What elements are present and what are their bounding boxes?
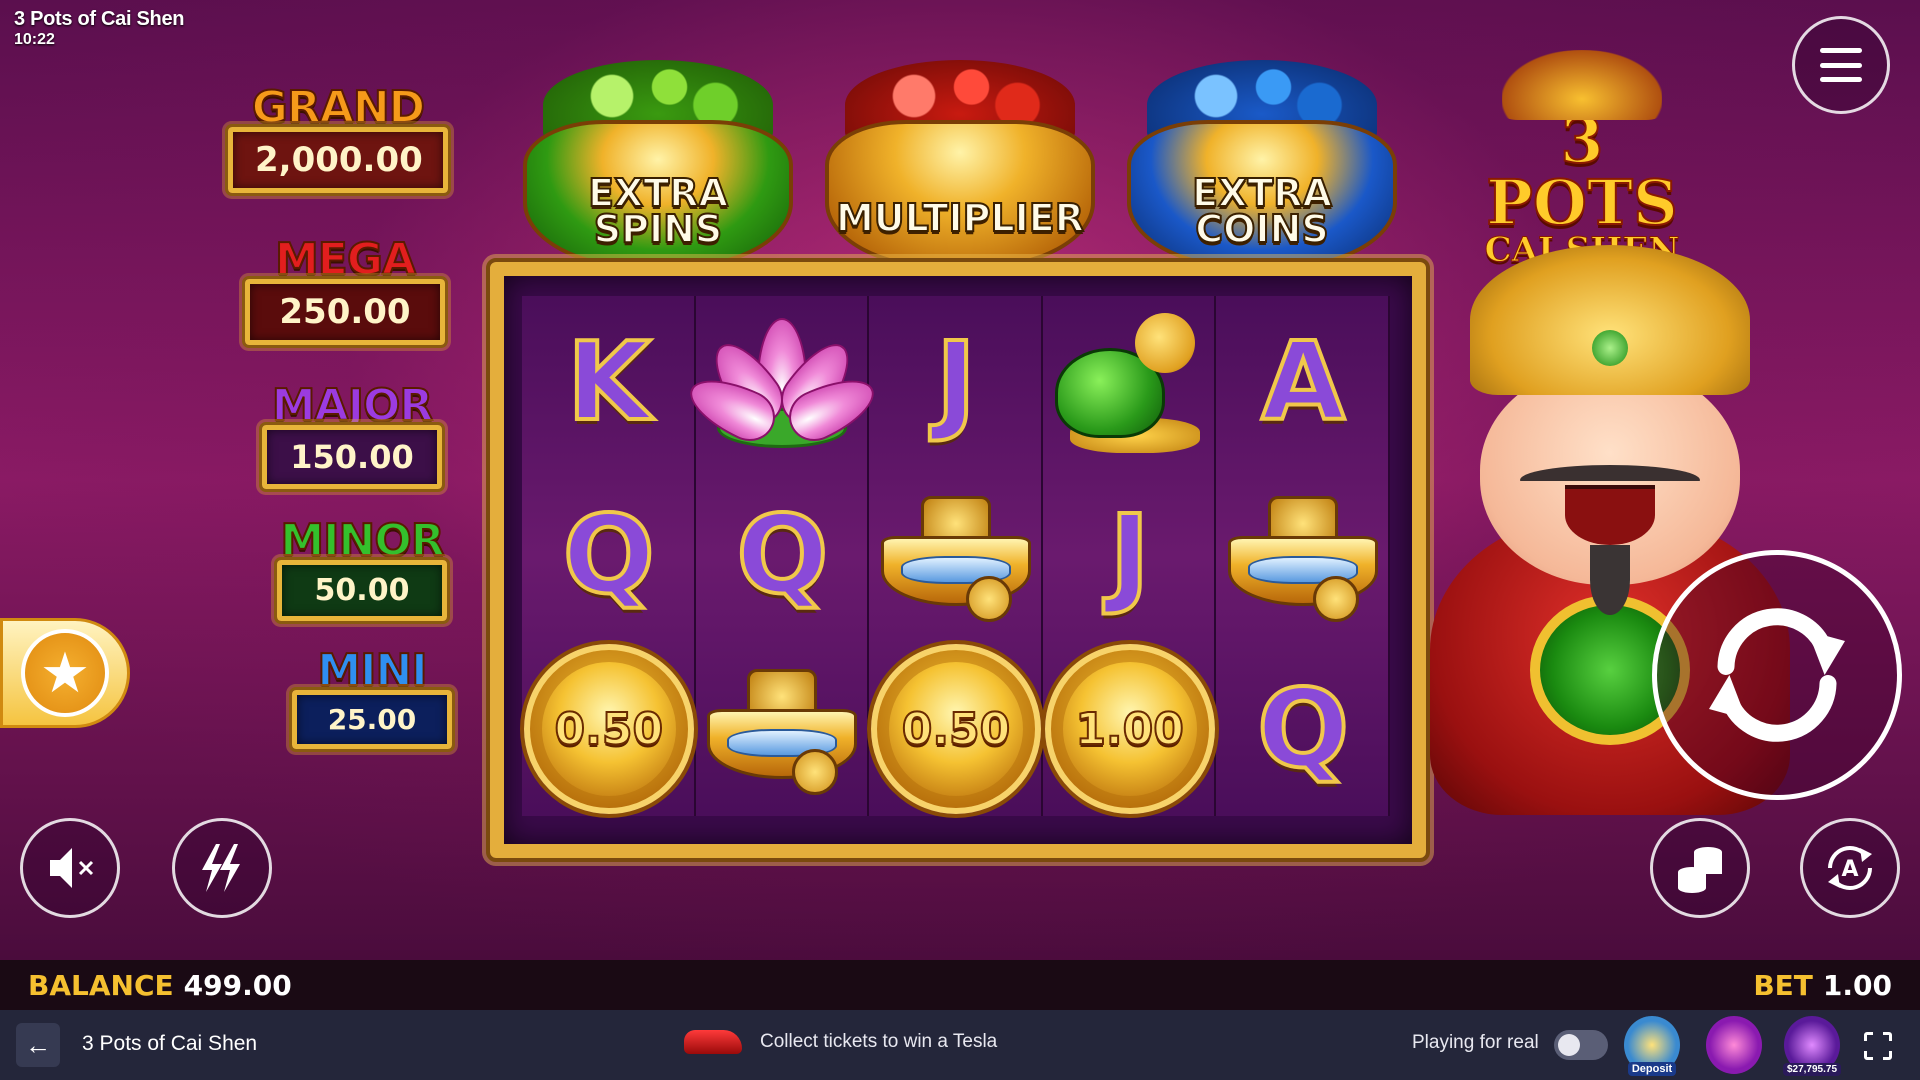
fullscreen-icon[interactable] xyxy=(1863,1031,1893,1061)
reel-symbol: J xyxy=(934,318,978,447)
game-logo: 3 POTS CAI SHEN xyxy=(1462,50,1702,271)
pot-label: EXTRA COINS xyxy=(1191,171,1333,251)
game-stage: 3 Pots of Cai Shen 10:22 GRAND 2,000.00 … xyxy=(0,0,1920,960)
star-icon: ★ xyxy=(21,629,109,717)
bet-label: BET xyxy=(1753,968,1813,1002)
bonus-badge[interactable]: Deposit xyxy=(1624,1016,1680,1076)
lightning-icon xyxy=(202,844,240,892)
reel-symbol: Q xyxy=(561,491,657,620)
pot-multiplier: MULTIPLIER xyxy=(815,60,1105,270)
status-bar: BALANCE 499.00 BET 1.00 xyxy=(0,960,1920,1010)
hamburger-icon xyxy=(1820,48,1862,82)
real-money-toggle[interactable] xyxy=(1554,1030,1608,1060)
logo-line1: 3 POTS xyxy=(1485,104,1679,239)
mute-icon xyxy=(50,848,94,888)
pot-extra-coins: EXTRA COINS xyxy=(1117,60,1407,270)
coin-symbol: 0.50 xyxy=(870,644,1041,815)
arrow-left-icon: ← xyxy=(25,1029,51,1060)
menu-button[interactable] xyxy=(1792,16,1890,114)
autoplay-button[interactable]: A xyxy=(1800,818,1900,918)
coin-symbol: 0.50 xyxy=(523,644,694,815)
jackpot-label: MINI xyxy=(316,644,428,697)
turtle-icon xyxy=(1050,308,1210,458)
promo-banner[interactable]: Collect tickets to win a Tesla xyxy=(684,1030,997,1054)
reel-symbol xyxy=(681,296,884,469)
bet-value: 1.00 xyxy=(1822,968,1892,1002)
reel-symbol xyxy=(696,643,870,816)
reel-symbol xyxy=(869,469,1043,642)
balance-value: 499.00 xyxy=(183,968,292,1002)
jackpot-value: 250.00 xyxy=(242,276,448,348)
ingot-icon xyxy=(876,486,1036,626)
reel-symbol: J xyxy=(1107,491,1151,620)
jackpot-mega: MEGA 250.00 xyxy=(242,233,448,348)
svg-text:A: A xyxy=(1841,857,1858,882)
spin-button[interactable] xyxy=(1652,550,1902,800)
jackpot-grand: GRAND 2,000.00 xyxy=(225,81,451,196)
pot-label: MULTIPLIER xyxy=(835,196,1085,240)
bet: BET 1.00 xyxy=(1753,969,1892,1002)
bottom-nav: ← 3 Pots of Cai Shen Collect tickets to … xyxy=(0,1010,1920,1080)
coin-stack-icon xyxy=(1678,847,1722,893)
ingot-icon xyxy=(702,659,862,799)
clock: 10:22 xyxy=(14,31,55,48)
piggy-badge[interactable] xyxy=(1706,1016,1762,1074)
jackpot-label: GRAND xyxy=(251,81,426,134)
jackpot-minor: MINOR 50.00 xyxy=(274,514,450,624)
bet-button[interactable] xyxy=(1650,818,1750,918)
car-icon xyxy=(684,1030,742,1054)
pot-extra-spins: EXTRA SPINS xyxy=(513,60,803,270)
jackpot-label: MEGA xyxy=(274,233,417,286)
reel-symbol xyxy=(1043,296,1217,469)
reel-symbol: Q xyxy=(1255,665,1351,794)
favorite-button[interactable]: ★ xyxy=(0,618,130,728)
jackpot-value: 150.00 xyxy=(259,422,445,492)
turbo-button[interactable] xyxy=(172,818,272,918)
playing-for-real-label: Playing for real xyxy=(1412,1032,1539,1053)
ingot-icon xyxy=(1223,486,1383,626)
jackpot-label: MAJOR xyxy=(271,379,434,432)
reel-symbol xyxy=(1216,469,1390,642)
nav-title: 3 Pots of Cai Shen xyxy=(82,1032,258,1055)
reel-symbol: 0.50 xyxy=(522,643,696,816)
reel-symbol: 0.50 xyxy=(869,643,1043,816)
coin-symbol: 1.00 xyxy=(1044,644,1215,815)
reel-symbol: A xyxy=(1259,318,1347,447)
jackpot-badge[interactable]: $27,795.75 xyxy=(1782,1016,1842,1076)
jackpot-major: MAJOR 150.00 xyxy=(259,379,445,492)
jackpot-value: 2,000.00 xyxy=(225,124,451,196)
jackpot-mini: MINI 25.00 xyxy=(289,644,455,752)
reel-symbol: Q xyxy=(734,491,830,620)
refresh-icon xyxy=(1709,608,1845,742)
sound-button[interactable] xyxy=(20,818,120,918)
balance-label: BALANCE xyxy=(28,968,174,1002)
promo-text: Collect tickets to win a Tesla xyxy=(760,1031,998,1052)
back-button[interactable]: ← xyxy=(16,1023,60,1067)
game-title: 3 Pots of Cai Shen xyxy=(14,8,185,30)
balance: BALANCE 499.00 xyxy=(28,969,292,1002)
pot-icon xyxy=(825,120,1095,270)
reel-symbol: 1.00 xyxy=(1043,643,1217,816)
pot-label: EXTRA SPINS xyxy=(587,171,729,251)
jackpot-value: 25.00 xyxy=(289,687,455,752)
reel-grid: K J A Q Q J 0.50 0.50 1.00 Q xyxy=(522,296,1390,816)
treasure-icon xyxy=(1502,50,1662,120)
jackpot-value: 50.00 xyxy=(274,557,450,624)
jackpot-label: MINOR xyxy=(279,514,445,567)
lotus-icon xyxy=(681,317,884,450)
autoplay-icon: A xyxy=(1828,846,1872,890)
reel-symbol: K xyxy=(565,318,653,447)
